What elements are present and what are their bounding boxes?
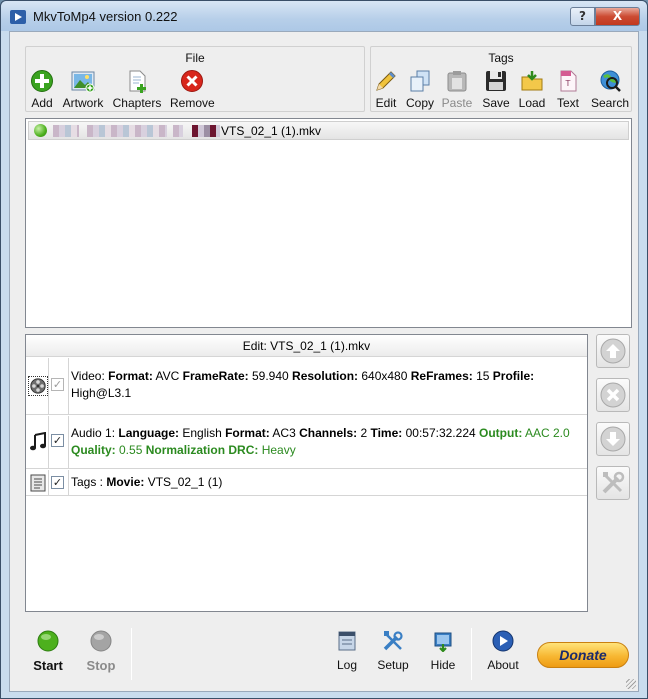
setup-label: Setup	[377, 658, 409, 672]
video-track-row[interactable]: ✓ Video: Format: AVC FrameRate: 59.940 R…	[26, 358, 587, 415]
artwork-button[interactable]: Artwork	[62, 69, 104, 115]
search-icon	[600, 70, 621, 92]
tags-group-title: Tags	[488, 51, 514, 65]
hide-label: Hide	[430, 658, 456, 672]
start-button[interactable]: Start	[30, 630, 66, 673]
copy-label: Copy	[405, 96, 434, 110]
chapters-label: Chapters	[112, 96, 162, 110]
tags-toolbar-group: Tags Edit Copy Paste Save Load T Text Se…	[370, 46, 632, 112]
setup-icon	[383, 631, 403, 651]
stop-label: Stop	[86, 658, 116, 673]
paste-tags-button[interactable]: Paste	[441, 69, 473, 115]
floppy-icon	[486, 71, 506, 91]
svg-text:T: T	[565, 79, 571, 88]
tags-checkbox[interactable]: ✓	[51, 476, 64, 489]
save-tags-button[interactable]: Save	[481, 69, 511, 115]
app-icon	[10, 10, 26, 24]
help-button[interactable]: ?	[570, 7, 595, 26]
paste-icon	[447, 71, 467, 92]
redacted-path	[87, 125, 167, 137]
close-button[interactable]: X	[595, 7, 640, 26]
text-icon: T	[560, 70, 577, 92]
delete-icon	[600, 382, 626, 408]
client-area: File Add Artwork Chapters Remove Tags Ed…	[9, 31, 639, 692]
app-window: MkvToMp4 version 0.222 ? X File Add Artw…	[0, 0, 648, 699]
window-title: MkvToMp4 version 0.222	[33, 9, 178, 24]
tag-document-icon	[30, 474, 46, 492]
redacted-path	[192, 125, 220, 137]
video-track-checkbox[interactable]: ✓	[51, 378, 64, 391]
delete-track-button[interactable]	[596, 378, 630, 412]
start-icon	[37, 630, 59, 652]
chapters-icon	[129, 70, 146, 93]
stop-icon	[90, 630, 112, 652]
move-up-icon	[600, 338, 626, 364]
file-group-title: File	[185, 51, 205, 65]
edit-label: Edit	[375, 96, 397, 110]
bottom-toolbar: Start Stop Log Setup Hide About Donate	[10, 618, 638, 692]
about-icon	[492, 630, 514, 652]
file-list[interactable]: VTS_02_1 (1).mkv	[25, 118, 632, 328]
film-reel-icon	[28, 376, 48, 396]
save-label: Save	[482, 96, 510, 110]
status-ready-icon	[34, 124, 47, 137]
edit-panel-header: Edit: VTS_02_1 (1).mkv	[26, 335, 587, 357]
file-name: VTS_02_1 (1).mkv	[221, 124, 322, 138]
search-label: Search	[591, 96, 630, 110]
log-icon	[338, 631, 356, 651]
donate-button[interactable]: Donate	[537, 642, 629, 668]
copy-icon	[410, 70, 430, 92]
text-label: Text	[556, 96, 579, 110]
add-icon	[31, 70, 53, 92]
music-note-icon	[30, 432, 46, 451]
audio-track-checkbox[interactable]: ✓	[51, 434, 64, 447]
pencil-icon	[376, 71, 396, 91]
file-list-item[interactable]: VTS_02_1 (1).mkv	[28, 121, 629, 140]
title-bar[interactable]: MkvToMp4 version 0.222 ? X	[1, 1, 647, 31]
edit-panel: Edit: VTS_02_1 (1).mkv ✓ Video: Format: …	[25, 334, 588, 612]
load-label: Load	[518, 96, 546, 110]
add-label: Add	[31, 96, 53, 110]
remove-label: Remove	[170, 96, 215, 110]
add-button[interactable]: Add	[28, 69, 56, 115]
artwork-icon	[71, 71, 95, 93]
search-tags-button[interactable]: Search	[591, 69, 629, 115]
copy-tags-button[interactable]: Copy	[405, 69, 435, 115]
start-label: Start	[33, 658, 63, 673]
chapters-button[interactable]: Chapters	[112, 69, 162, 115]
edit-tags-button[interactable]: Edit	[373, 69, 399, 115]
remove-button[interactable]: Remove	[170, 69, 215, 115]
tools-icon	[602, 471, 625, 494]
audio-track-info: Audio 1: Language: English Format: AC3 C…	[71, 426, 570, 457]
file-toolbar-group: File Add Artwork Chapters Remove	[25, 46, 365, 112]
load-icon	[521, 71, 543, 91]
log-label: Log	[336, 658, 358, 672]
tags-row[interactable]: ✓ Tags : Movie: VTS_02_1 (1)	[26, 470, 587, 496]
text-tags-button[interactable]: T Text	[553, 69, 583, 115]
audio-track-row[interactable]: ✓ Audio 1: Language: English Format: AC3…	[26, 416, 587, 469]
video-track-info: Video: Format: AVC FrameRate: 59.940 Res…	[71, 369, 535, 400]
resize-grip[interactable]	[626, 679, 636, 689]
redacted-path	[173, 125, 183, 137]
paste-label: Paste	[441, 96, 473, 110]
about-label: About	[487, 658, 519, 672]
artwork-label: Artwork	[62, 96, 104, 110]
redacted-path	[53, 125, 79, 137]
about-button[interactable]: About	[484, 630, 522, 672]
load-tags-button[interactable]: Load	[517, 69, 547, 115]
move-down-button[interactable]	[596, 422, 630, 456]
stop-button[interactable]: Stop	[84, 630, 118, 673]
remove-icon	[181, 70, 203, 92]
hide-icon	[434, 632, 452, 652]
hide-button[interactable]: Hide	[428, 630, 458, 672]
move-down-icon	[600, 426, 626, 452]
setup-button[interactable]: Setup	[375, 630, 411, 672]
tools-button[interactable]	[596, 466, 630, 500]
tags-info: Tags : Movie: VTS_02_1 (1)	[71, 475, 223, 489]
log-button[interactable]: Log	[332, 630, 362, 672]
move-up-button[interactable]	[596, 334, 630, 368]
